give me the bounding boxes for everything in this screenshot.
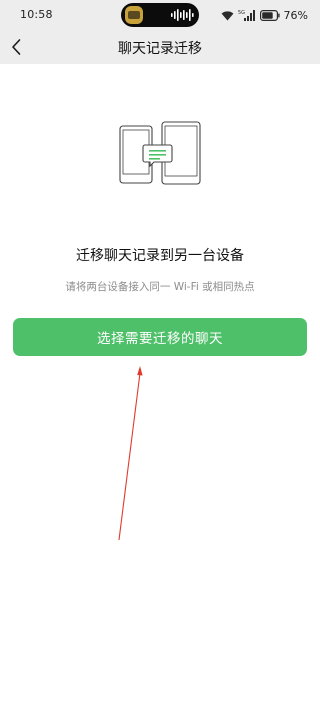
nav-bar: 聊天记录迁移: [0, 30, 320, 64]
network-label: 5G: [238, 10, 245, 16]
battery-percent: 76%: [283, 8, 308, 22]
battery-icon: [259, 9, 280, 21]
status-bar: 10:58 5G 76%: [0, 0, 320, 30]
dynamic-island[interactable]: [121, 3, 199, 27]
page-title: 聊天记录迁移: [118, 41, 202, 57]
signal-icon: 5G: [238, 10, 255, 21]
audio-wave-icon: [171, 9, 194, 21]
status-indicators: 5G 76%: [221, 7, 308, 23]
status-time: 10:58: [20, 8, 53, 21]
phone-transfer-icon: [119, 121, 201, 185]
migration-hint: 请将两台设备接入同一 Wi-Fi 或相同热点: [65, 281, 255, 293]
album-art-icon: [125, 6, 143, 24]
migration-heading: 迁移聊天记录到另一台设备: [76, 248, 244, 264]
select-chats-button[interactable]: 选择需要迁移的聊天: [13, 318, 307, 356]
wifi-icon: [221, 10, 233, 20]
